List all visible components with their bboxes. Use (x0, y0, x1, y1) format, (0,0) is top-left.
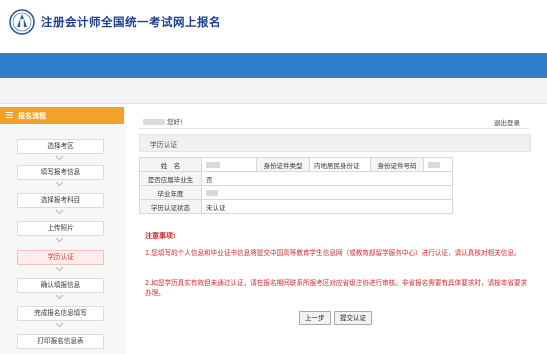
step-confirm-info: 确认填报信息 (17, 278, 104, 293)
sub-bar (0, 78, 547, 104)
menu-icon (6, 112, 13, 118)
graduate-value: 否 (201, 171, 453, 186)
name-redacted (206, 161, 220, 168)
note-2: 2.如您学历真实有效但未通过认证，请在报名期间联系所报考区对应省级注协进行审核。… (145, 279, 528, 297)
divider (139, 128, 529, 129)
submit-verification-button[interactable]: 提交认证 (334, 311, 372, 325)
education-info-table: 姓 名 身份证件类型 内地居民身份证 身份证件号码 是否应届毕业生 否 毕业年度… (139, 157, 453, 214)
greeting: 您好! (143, 116, 183, 126)
id-type-label: 身份证件类型 (256, 157, 310, 172)
step-education-verification: 学历认证 (17, 250, 104, 265)
chevron-down-icon (55, 209, 64, 215)
username-redacted (143, 119, 165, 125)
grad-year-label: 毕业年度 (139, 185, 202, 200)
id-type-value: 内地居民身份证 (309, 157, 371, 172)
logout-link[interactable]: 退出登录 (494, 117, 520, 127)
step-select-subjects: 选择报考科目 (17, 193, 104, 208)
chevron-down-icon (55, 181, 64, 187)
step-upload-photo: 上传照片 (17, 221, 104, 236)
site-header: 注册会计师全国统一考试网上报名 (0, 0, 547, 53)
chevron-down-icon (55, 237, 64, 243)
site-title: 注册会计师全国统一考试网上报名 (41, 15, 221, 29)
step-select-exam-area: 选择考区 (17, 139, 104, 154)
cert-status-value: 未认证 (201, 199, 453, 214)
grad-year-value (201, 185, 453, 200)
cert-status-label: 学历认证状态 (139, 199, 202, 214)
chevron-down-icon (55, 155, 64, 161)
prev-button[interactable]: 上一步 (299, 311, 331, 325)
id-number-label: 身份证件号码 (370, 157, 424, 172)
sidebar-title: 报名流程 (18, 112, 46, 120)
id-number-redacted (428, 161, 440, 168)
id-number-value (423, 157, 453, 172)
chevron-down-icon (55, 322, 64, 328)
note-1: 1.您填写的个人信息和毕业证书信息将提交中国高等教育学生信息网（或教育部留学服务… (145, 249, 521, 257)
greeting-text: 您好! (167, 118, 183, 126)
main-panel: 您好! 退出登录 学历认证 姓 名 身份证件类型 内地居民身份证 身份证件号码 … (131, 107, 533, 354)
sidebar-header: 报名流程 (0, 107, 124, 124)
chevron-down-icon (55, 266, 64, 272)
nav-bar (0, 53, 547, 78)
step-fill-exam-info: 填写报考信息 (17, 165, 104, 180)
chevron-down-icon (55, 294, 64, 300)
graduate-label: 是否应届毕业生 (139, 171, 202, 186)
name-label: 姓 名 (139, 157, 202, 172)
section-title: 学历认证 (150, 141, 178, 149)
step-print-form: 打印报名信息表 (17, 334, 104, 349)
name-value (201, 157, 257, 172)
grad-year-redacted (206, 189, 218, 196)
sidebar: 报名流程 选择考区 填写报考信息 选择报考科目 上传照片 学历认证 确认填报信息… (0, 107, 126, 354)
cicpa-logo-icon (9, 9, 35, 35)
notes-title: 注意事项: (145, 232, 176, 240)
section-header: 学历认证 (139, 134, 531, 152)
step-complete-registration: 完成报名信息填写 (17, 306, 104, 321)
